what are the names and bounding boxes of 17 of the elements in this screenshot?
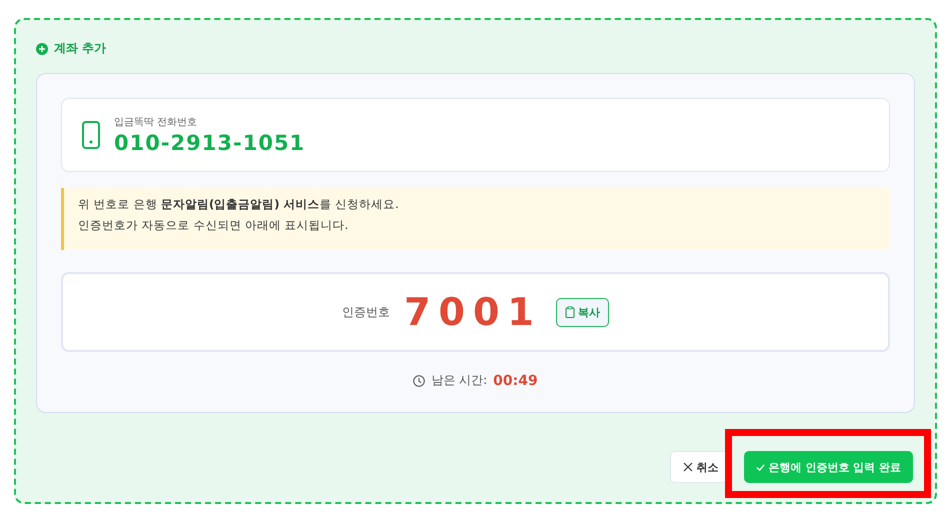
code-label: 인증번호: [342, 304, 390, 320]
clock-icon: [413, 374, 426, 386]
verification-code: 7001: [404, 290, 542, 334]
phone-icon: [82, 121, 100, 149]
timer-label: 남은 시간:: [431, 372, 488, 389]
check-icon: [756, 462, 764, 472]
notice-text: 인증번호가 자동으로 수신되면 아래에 표시됩니다.: [78, 218, 350, 233]
clipboard-icon: [564, 306, 575, 318]
phone-number: 010-2913-1051: [114, 131, 306, 155]
phone-label: 입금똑딱 전화번호: [114, 116, 198, 129]
section-title: 계좌 추가: [54, 40, 106, 57]
close-icon: [682, 462, 692, 472]
copy-button[interactable]: 복사: [556, 298, 609, 326]
plus-circle-icon: [36, 42, 48, 54]
notice-text: 위 번호로 은행 문자알림(입출금알림) 서비스를 신청하세요.: [78, 197, 400, 212]
timer-value: 00:49: [493, 372, 538, 388]
confirm-button[interactable]: 은행에 인증번호 입력 완료: [744, 451, 913, 483]
